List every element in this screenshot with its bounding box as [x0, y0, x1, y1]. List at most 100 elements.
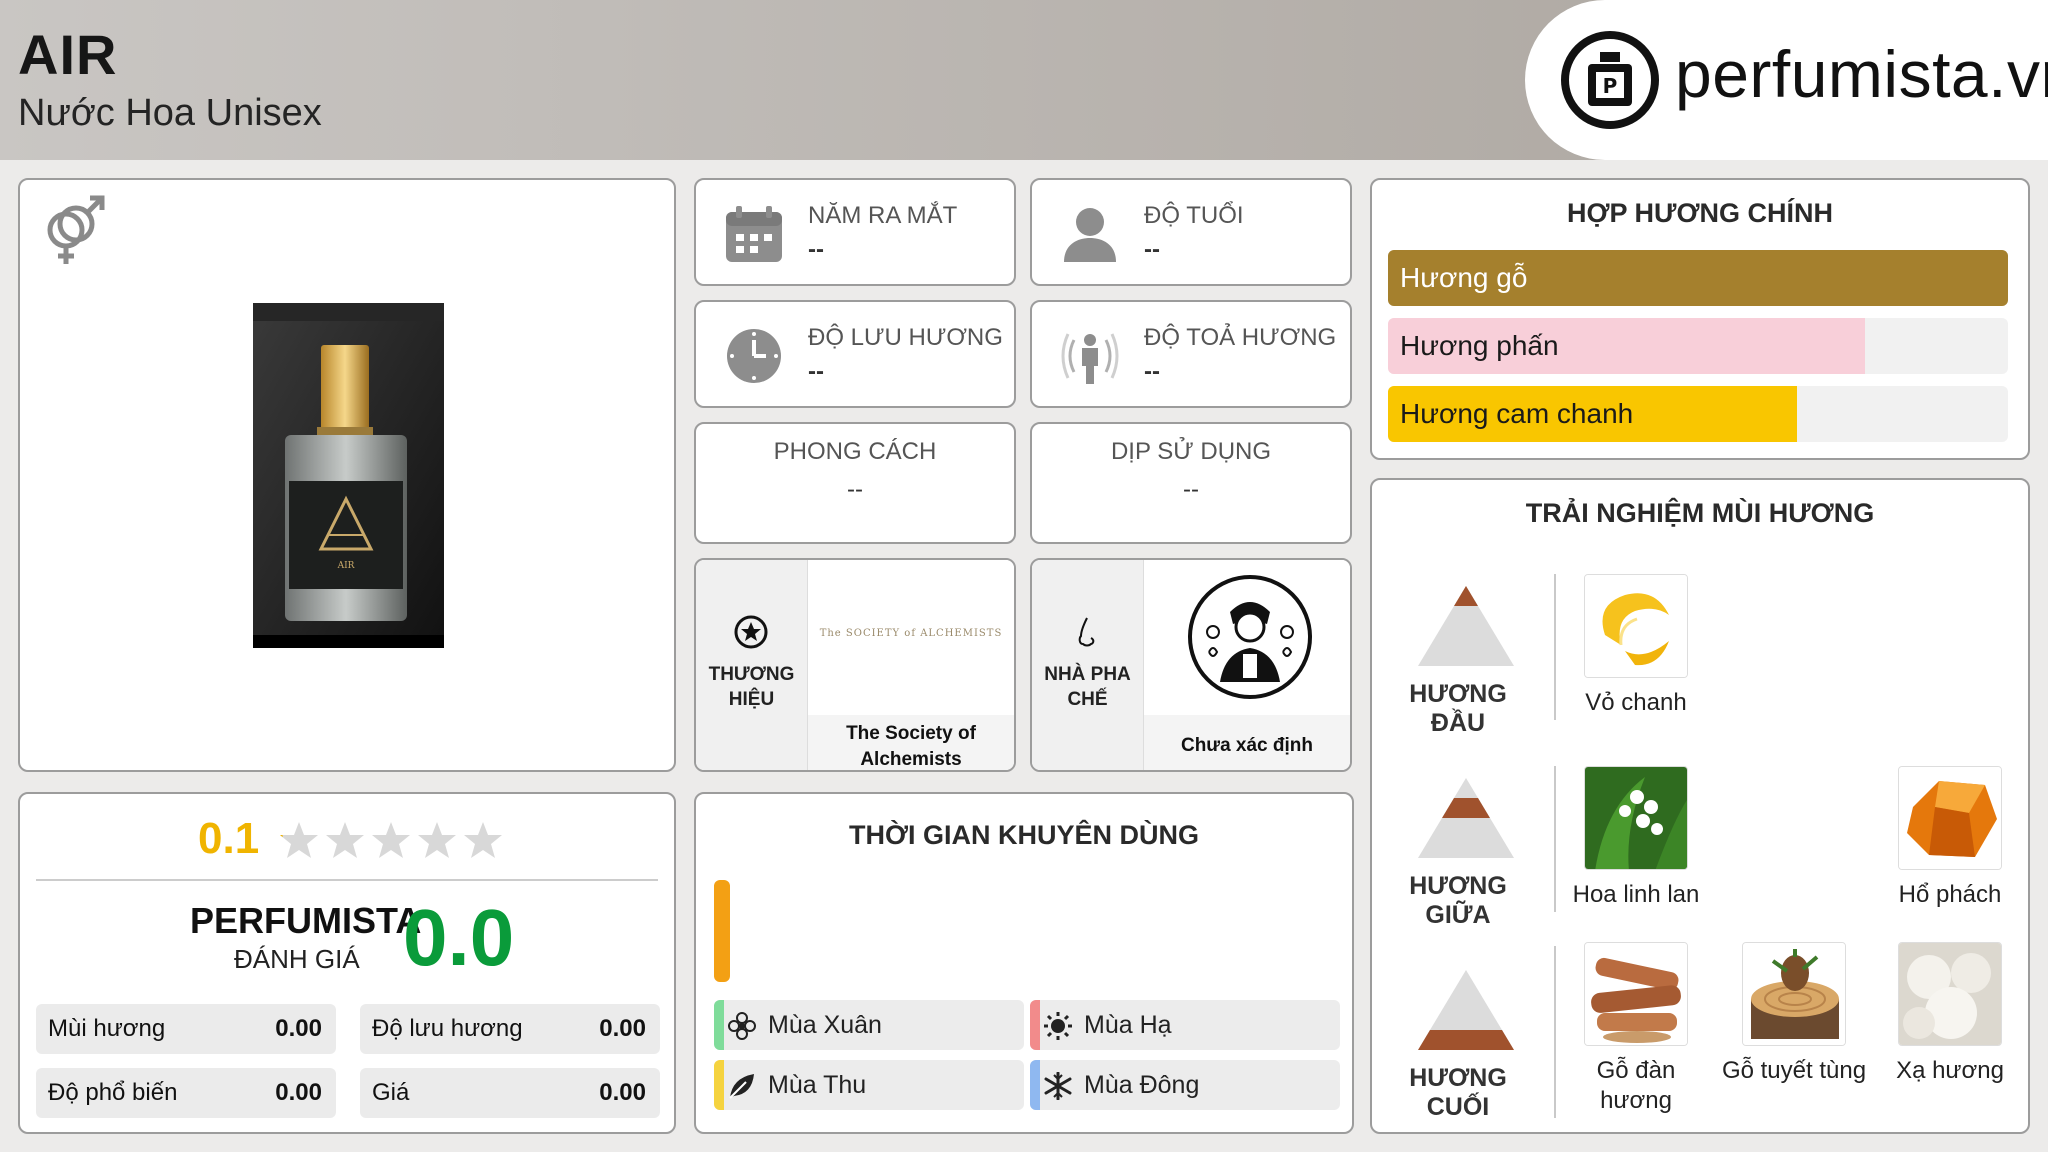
- note-label: Hoa linh lan: [1572, 881, 1700, 908]
- rating-divider: [36, 879, 658, 881]
- metric-value: 0.00: [275, 1079, 322, 1106]
- experience-title: TRẢI NGHIỆM MÙI HƯƠNG: [1525, 498, 1875, 528]
- perfumer-label: NHÀ PHA CHẾ: [1044, 664, 1131, 710]
- note-label: Gỗ tuyết tùng: [1721, 1057, 1867, 1084]
- metric-value: 0.00: [599, 1015, 646, 1042]
- longevity-value: --: [808, 358, 824, 385]
- release-year-value: --: [808, 236, 824, 263]
- unisex-gender-icon: [47, 195, 105, 264]
- perfumer-side: NHÀ PHA CHẾ: [1032, 560, 1144, 770]
- note-amber[interactable]: Hổ phách: [1872, 766, 2028, 910]
- perfumer-name-text: Chưa xác định: [1180, 735, 1313, 756]
- metric-value: 0.00: [599, 1079, 646, 1106]
- metric-label: Độ lưu hương: [372, 1015, 523, 1042]
- brand-label: THƯƠNG HIỆU: [708, 664, 795, 710]
- perfume-title: AIR: [18, 23, 118, 86]
- flower-icon: [728, 1012, 756, 1040]
- product-image-card: AIR: [18, 178, 676, 772]
- svg-text:P: P: [1603, 74, 1618, 98]
- main-accords-card: HỢP HƯƠNG CHÍNH Hương gỗ Hương phấn Hương …: [1370, 178, 2030, 460]
- season-label: Mùa Xuân: [768, 1011, 882, 1039]
- sun-icon: [1044, 1012, 1072, 1040]
- metric-value: 0.00: [275, 1015, 322, 1042]
- top-notes-label: HƯƠNG ĐẦU: [1409, 680, 1507, 737]
- metric-label: Giá: [372, 1079, 410, 1106]
- perfumista-label: PERFUMISTA: [190, 900, 422, 941]
- note-label: Gỗ đàn hương: [1596, 1057, 1676, 1114]
- accord-label: Hương gỗ: [1400, 262, 1528, 293]
- season-accent: [714, 1060, 724, 1110]
- note-sandalwood[interactable]: Gỗ đàn hương: [1558, 942, 1714, 1116]
- note-label: Hổ phách: [1898, 881, 2002, 908]
- brand-name: The Society of Alchemists: [808, 715, 1014, 770]
- page-header: AIR Nước Hoa Unisex P perfumista.vn: [0, 0, 2048, 160]
- logo-text: perfumista.vn: [1675, 37, 2048, 111]
- age-card: ĐỘ TUỔI --: [1030, 178, 1352, 286]
- musk-image: [1898, 942, 2002, 1046]
- pyramid-middle-icon: [1418, 778, 1514, 858]
- product-photo: AIR: [253, 303, 444, 648]
- season-accent: [1030, 1060, 1040, 1110]
- perfumer-name: Chưa xác định: [1144, 715, 1350, 770]
- style-value: --: [847, 476, 863, 503]
- season-label: Mùa Đông: [1084, 1071, 1200, 1099]
- brand-card[interactable]: THƯƠNG HIỆU The SOCIETY of ALCHEMISTS Th…: [694, 558, 1016, 772]
- season-accent: [714, 1000, 724, 1050]
- pyramid-top-icon: [1418, 586, 1514, 666]
- leaf-icon: [729, 1074, 754, 1099]
- pyramid-base-icon: [1418, 970, 1514, 1050]
- age-label: ĐỘ TUỔI: [1144, 202, 1244, 229]
- amber-image: [1898, 766, 2002, 870]
- season-spring[interactable]: Mùa Xuân: [714, 1000, 1024, 1050]
- middle-notes-divider: [1554, 766, 1556, 912]
- metric-price: Giá 0.00: [360, 1068, 660, 1118]
- clock-icon: [727, 329, 781, 383]
- note-label: Xạ hương: [1896, 1057, 2004, 1084]
- perfume-bottle-logo-icon: P: [1561, 31, 1659, 129]
- perfumer-avatar-icon: [1188, 575, 1312, 699]
- age-value: --: [1144, 236, 1160, 263]
- season-winter[interactable]: Mùa Đông: [1030, 1060, 1340, 1110]
- perfumista-score: 0.0: [403, 893, 515, 982]
- base-notes-divider: [1554, 946, 1556, 1118]
- brand-logo-text: The SOCIETY of ALCHEMISTS: [819, 628, 1003, 639]
- recommended-time-card: THỜI GIAN KHUYÊN DÙNG Mùa Xuân Mùa Hạ Mù…: [694, 792, 1354, 1134]
- release-year-card: NĂM RA MẮT --: [694, 178, 1016, 286]
- perfumer-card[interactable]: NHÀ PHA CHẾ Chưa xác định: [1030, 558, 1352, 772]
- seasons-title: THỜI GIAN KHUYÊN DÙNG: [848, 820, 1200, 850]
- brand-side: THƯƠNG HIỆU: [696, 560, 808, 770]
- longevity-label: ĐỘ LƯU HƯƠNG: [808, 324, 1003, 351]
- brand-name-text: The Society of Alchemists: [846, 723, 976, 770]
- season-autumn[interactable]: Mùa Thu: [714, 1060, 1024, 1110]
- site-logo[interactable]: P perfumista.vn: [1525, 0, 2048, 160]
- occasion-card: DỊP SỬ DỤNG --: [1030, 422, 1352, 544]
- note-lemon-zest[interactable]: Vỏ chanh: [1558, 574, 1714, 718]
- star-rating-icon[interactable]: [278, 820, 508, 862]
- perfume-bottle-image: AIR: [253, 303, 444, 648]
- sandalwood-image: [1584, 942, 1688, 1046]
- brand-logo: The SOCIETY of ALCHEMISTS: [808, 560, 1014, 714]
- season-accent: [1030, 1000, 1040, 1050]
- calendar-icon: [726, 206, 782, 262]
- longevity-card: ĐỘ LƯU HƯƠNG --: [694, 300, 1016, 408]
- note-lily-of-the-valley[interactable]: Hoa linh lan: [1558, 766, 1714, 910]
- star-badge-icon: [734, 615, 768, 649]
- time-indicator-bar: [714, 880, 730, 982]
- season-summer[interactable]: Mùa Hạ: [1030, 1000, 1340, 1050]
- note-musk[interactable]: Xạ hương: [1872, 942, 2028, 1086]
- metric-popularity: Độ phổ biến 0.00: [36, 1068, 336, 1118]
- metric-longevity: Độ lưu hương 0.00: [360, 1004, 660, 1054]
- accord-bar: Hương gỗ: [1388, 250, 2008, 306]
- metric-scent: Mùi hương 0.00: [36, 1004, 336, 1054]
- community-rating: 0.1: [20, 814, 674, 866]
- perfumer-portrait: [1144, 560, 1350, 714]
- person-icon: [1064, 208, 1116, 262]
- cedarwood-image: [1742, 942, 1846, 1046]
- top-notes-divider: [1554, 574, 1556, 720]
- bottle-label-text: AIR: [337, 561, 355, 571]
- rating-card: 0.1 PERFUMISTA ĐÁNH GIÁ 0.0 Mùi hương 0.…: [18, 792, 676, 1134]
- accords-title: HỢP HƯƠNG CHÍNH: [1567, 198, 1833, 228]
- sillage-value: --: [1144, 358, 1160, 385]
- lily-of-the-valley-image: [1584, 766, 1688, 870]
- note-cedarwood[interactable]: Gỗ tuyết tùng: [1716, 942, 1872, 1086]
